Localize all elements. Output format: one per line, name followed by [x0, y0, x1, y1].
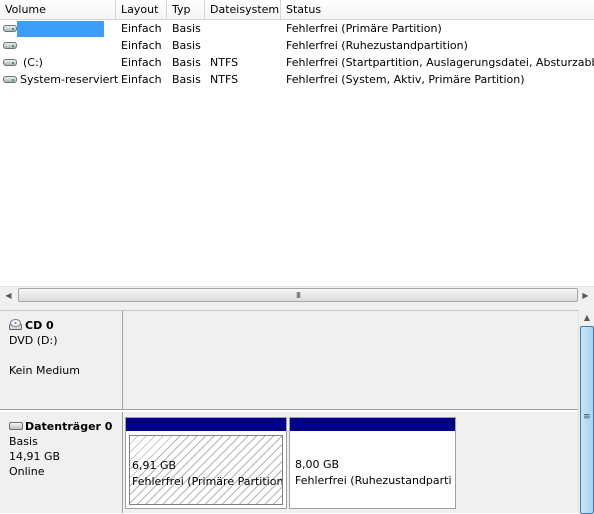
- cd-drive-letter: DVD (D:): [9, 334, 58, 347]
- redacted-volume-name: [17, 21, 104, 37]
- column-header-filesystem[interactable]: Dateisystem: [205, 0, 281, 19]
- table-row[interactable]: Einfach Basis Fehlerfrei (Primäre Partit…: [0, 20, 594, 37]
- column-header-layout[interactable]: Layout: [116, 0, 167, 19]
- volume-list[interactable]: Volume Layout Typ Dateisystem Status Ein…: [0, 0, 594, 286]
- volume-icon: [3, 59, 17, 66]
- cd-media-status: Kein Medium: [9, 364, 80, 377]
- partition-block[interactable]: 8,00 GB Fehlerfrei (Ruhezustandpartit: [289, 417, 456, 509]
- cell-filesystem: NTFS: [210, 73, 239, 86]
- disk-map: CD 0 DVD (D:) Kein Medium Datenträger 0 …: [0, 311, 578, 513]
- disk0-status: Online: [9, 465, 45, 478]
- cd-title-text: CD 0: [25, 319, 54, 332]
- horizontal-scroll-thumb[interactable]: III: [18, 288, 578, 302]
- partition-status: Fehlerfrei (Ruhezustandpartit: [295, 474, 452, 487]
- cell-type: Basis: [172, 73, 201, 86]
- cell-status: Fehlerfrei (Ruhezustandpartition): [286, 39, 468, 52]
- partition-body: 8,00 GB Fehlerfrei (Ruhezustandpartit: [293, 435, 452, 505]
- scroll-right-button[interactable]: ▶: [577, 287, 594, 304]
- partition-body: 6,91 GB Fehlerfrei (Primäre Partition): [129, 435, 283, 505]
- table-row[interactable]: Einfach Basis Fehlerfrei (Ruhezustandpar…: [0, 37, 594, 54]
- table-row[interactable]: System-reserviert Einfach Basis NTFS Feh…: [0, 71, 594, 88]
- horizontal-scrollbar[interactable]: ◀ III ▶: [0, 286, 594, 304]
- cd-label-panel[interactable]: CD 0 DVD (D:) Kein Medium: [0, 311, 123, 410]
- vertical-scrollbar[interactable]: ▲ ≡: [578, 309, 594, 514]
- partition-block[interactable]: 6,91 GB Fehlerfrei (Primäre Partition): [125, 417, 287, 509]
- cell-volume: System-reserviert: [20, 73, 119, 86]
- volume-icon: [3, 25, 17, 32]
- cell-layout: Einfach: [121, 73, 162, 86]
- disk0-title: Datenträger 0: [9, 419, 122, 434]
- cd-title: CD 0: [9, 318, 122, 333]
- disk0-size: 14,91 GB: [9, 450, 61, 463]
- column-header-type[interactable]: Typ: [167, 0, 205, 19]
- partition-header-bar: [126, 418, 286, 431]
- cell-status: Fehlerfrei (Primäre Partition): [286, 22, 442, 35]
- scroll-left-button[interactable]: ◀: [0, 287, 17, 304]
- column-header-status[interactable]: Status: [281, 0, 594, 19]
- partition-header-bar: [290, 418, 455, 431]
- cd-drive-icon: [9, 319, 22, 330]
- partition-size: 8,00 GB: [295, 458, 340, 471]
- cell-type: Basis: [172, 22, 201, 35]
- partition-status: Fehlerfrei (Primäre Partition): [132, 475, 283, 488]
- volume-icon: [3, 42, 17, 49]
- volume-icon: [3, 76, 17, 83]
- cell-layout: Einfach: [121, 56, 162, 69]
- cell-volume: (C:): [23, 56, 43, 69]
- cell-status: Fehlerfrei (System, Aktiv, Primäre Parti…: [286, 73, 525, 86]
- cd-media-area: [123, 311, 578, 410]
- table-row[interactable]: (C:) Einfach Basis NTFS Fehlerfrei (Star…: [0, 54, 594, 71]
- cell-filesystem: NTFS: [210, 56, 239, 69]
- cell-type: Basis: [172, 39, 201, 52]
- cell-layout: Einfach: [121, 22, 162, 35]
- disk0-type: Basis: [9, 435, 38, 448]
- column-header-row: Volume Layout Typ Dateisystem Status: [0, 0, 594, 20]
- scroll-grip-icon: ≡: [583, 412, 591, 422]
- scroll-up-button[interactable]: ▲: [579, 309, 594, 326]
- cell-layout: Einfach: [121, 39, 162, 52]
- partition-size: 6,91 GB: [132, 459, 177, 472]
- disk0-label-panel[interactable]: Datenträger 0 Basis 14,91 GB Online: [0, 412, 123, 513]
- cell-type: Basis: [172, 56, 201, 69]
- pane-splitter[interactable]: [0, 303, 594, 311]
- disk0-partitions: 6,91 GB Fehlerfrei (Primäre Partition) 8…: [123, 412, 578, 513]
- cell-status: Fehlerfrei (Startpartition, Auslagerungs…: [286, 56, 594, 69]
- hard-disk-icon: [9, 422, 23, 430]
- scroll-grip-icon: III: [295, 291, 301, 300]
- disk0-title-text: Datenträger 0: [25, 420, 113, 433]
- vertical-scroll-thumb[interactable]: ≡: [580, 326, 594, 514]
- column-header-volume[interactable]: Volume: [0, 0, 116, 19]
